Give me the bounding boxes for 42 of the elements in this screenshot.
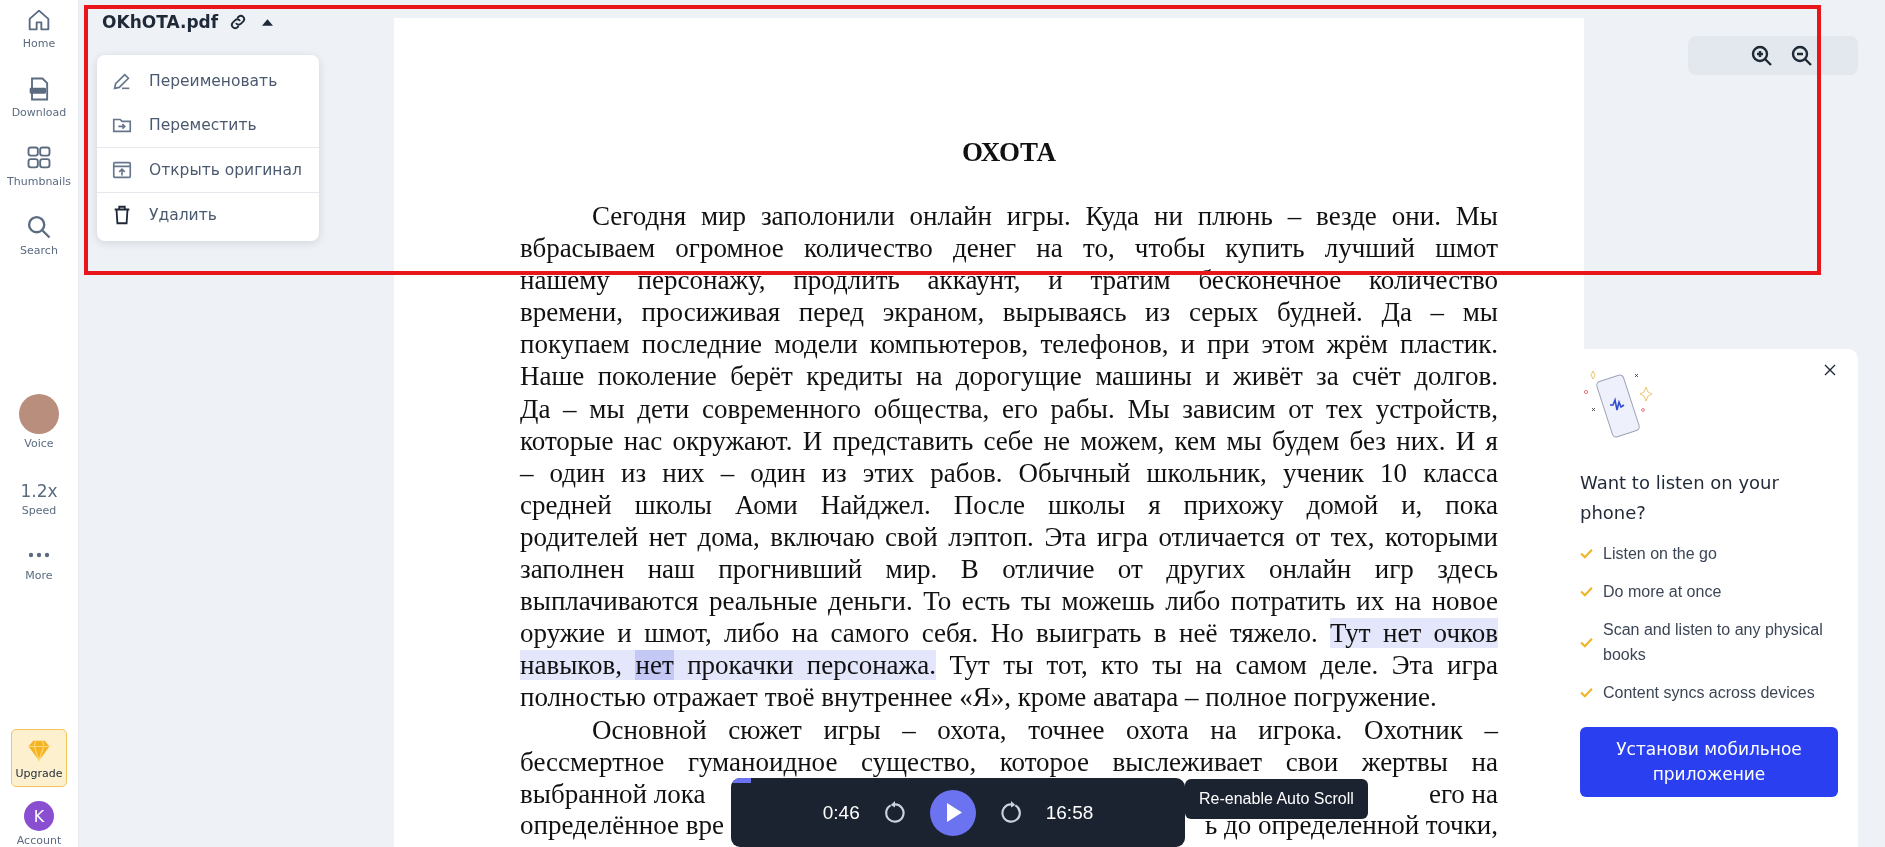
sidebar-label[interactable]: Thumbnails	[7, 175, 71, 188]
check-icon	[1580, 687, 1593, 698]
account-avatar[interactable]: K	[24, 801, 54, 831]
upload-box-icon	[111, 159, 133, 181]
feature-text: Listen on the go	[1603, 544, 1717, 564]
caret-icon[interactable]	[262, 18, 274, 26]
check-icon	[1580, 548, 1593, 559]
sidebar-label[interactable]: Home	[22, 37, 56, 50]
upgrade-button[interactable]: Upgrade	[11, 729, 67, 787]
install-app-button[interactable]: Установи мобильное приложение	[1580, 727, 1838, 797]
elapsed-time: 0:46	[822, 801, 860, 824]
check-icon	[1580, 586, 1593, 597]
sidebar-label: Speed	[21, 504, 57, 517]
check-icon	[1580, 636, 1593, 648]
close-icon[interactable]	[1824, 364, 1836, 376]
document-text: определённое вре	[520, 809, 724, 841]
sidebar-label[interactable]: Account	[16, 834, 62, 847]
auto-scroll-button[interactable]: Re-enable Auto Scroll	[1185, 779, 1368, 819]
voice-avatar[interactable]	[19, 394, 59, 434]
play-icon	[946, 803, 962, 822]
menu-item[interactable]: Открыть оригинал	[97, 148, 319, 192]
sidebar-label[interactable]: Search	[20, 244, 58, 257]
feature-text: Do more at once	[1603, 582, 1722, 602]
menu-item[interactable]: Переименовать	[97, 59, 319, 103]
search-icon[interactable]	[25, 213, 53, 241]
document-title: ОХОТА	[960, 136, 1058, 168]
feature-text: Content syncs across devices	[1603, 683, 1815, 703]
feature-text: Scan and listen to any physical books	[1603, 620, 1824, 665]
zoom-in-icon[interactable]	[1750, 43, 1774, 68]
document-text: его на	[1428, 777, 1498, 810]
promo-title: Want to listen on your phone?	[1580, 471, 1780, 525]
document-text: выбранной лока	[520, 777, 706, 810]
file-name[interactable]: OKhOTA.pdf	[102, 12, 219, 32]
menu-item[interactable]: Удалить	[97, 193, 319, 237]
sidebar-label: Voice	[24, 437, 54, 450]
duration-time: 16:58	[1045, 801, 1094, 824]
menu-item[interactable]: Переместить	[97, 103, 319, 147]
sidebar-label[interactable]: Download	[11, 106, 67, 119]
speed-value[interactable]: 1.2x	[20, 481, 58, 501]
zoom-out-icon[interactable]	[1790, 43, 1814, 68]
more-icon[interactable]	[27, 552, 51, 558]
sidebar-label: More	[25, 569, 53, 582]
